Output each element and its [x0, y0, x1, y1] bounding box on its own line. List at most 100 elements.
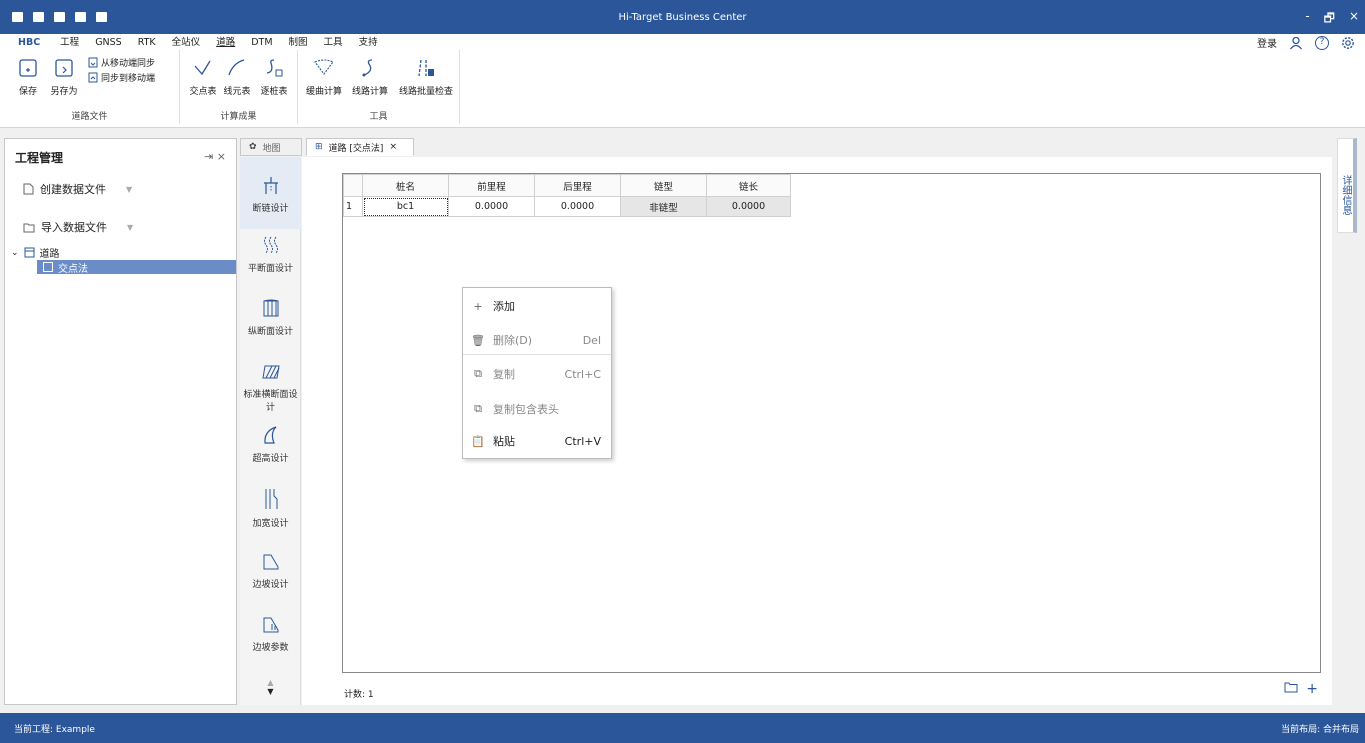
minimize-button[interactable]: - — [1305, 9, 1309, 30]
tab-hbc[interactable]: HBC — [14, 36, 52, 49]
chevron-down-icon[interactable]: ▼ — [127, 223, 133, 232]
station-table-button[interactable]: 逐桩表 — [258, 58, 290, 97]
scroll-arrows[interactable]: ▲ ▼ — [240, 678, 301, 696]
close-tab-icon[interactable]: × — [389, 142, 397, 152]
tab-road-intersection[interactable]: ⊞ 道路 [交点法] × — [306, 138, 414, 156]
table-row[interactable]: 1 bc1 0.0000 0.0000 非链型 0.0000 — [343, 196, 791, 217]
curve-table-icon — [266, 59, 283, 77]
panel-title: 工程管理 — [15, 151, 64, 165]
sync-from-mobile-button[interactable]: 从移动端同步 — [88, 56, 155, 69]
polyline-icon — [194, 60, 211, 76]
group-label-results: 计算成果 — [220, 112, 257, 122]
tab-drawing[interactable]: 制图 — [281, 36, 316, 49]
column-header[interactable]: 桩名 — [362, 174, 449, 197]
import-data-file-button[interactable]: 导入数据文件 ▼ — [23, 219, 133, 235]
context-menu: + 添加 🗑 删除(D) Del ⧉ 复制 Ctrl+C ⧉ 复制包含表头 📋 … — [462, 287, 612, 459]
group-road-file: 保存 另存为 从移动端同步 同步到移动端 道路文件 — [0, 50, 180, 124]
slope-params-button[interactable]: 边坡参数 — [240, 616, 301, 653]
vertical-design-button[interactable]: 纵断面设计 — [240, 298, 301, 337]
save-button[interactable]: 保存 — [12, 58, 44, 97]
menu-item-delete[interactable]: 🗑 删除(D) Del — [463, 328, 611, 352]
road-folder-icon — [24, 247, 35, 258]
tab-gnss[interactable]: GNSS — [87, 36, 130, 49]
superelevation-design-button[interactable]: 超高设计 — [240, 425, 301, 464]
menu-item-copy[interactable]: ⧉ 复制 Ctrl+C — [463, 362, 611, 386]
table-icon — [43, 262, 53, 272]
tab-tools[interactable]: 工具 — [316, 36, 351, 49]
table-cell[interactable]: 0.0000 — [534, 196, 621, 217]
arc-icon — [228, 59, 245, 76]
main-area: 桩名 前里程 后里程 链型 链长 1 bc1 0.0000 0.0000 非链型… — [302, 157, 1332, 705]
status-bar: 当前工程: Example 当前布局: 合并布局 — [0, 713, 1365, 743]
current-layout: 当前布局: 合并布局 — [1281, 725, 1359, 735]
folder-icon[interactable] — [1284, 681, 1298, 693]
menu-item-add[interactable]: + 添加 — [463, 294, 611, 318]
user-icon[interactable] — [1289, 36, 1303, 50]
cross-section-design-button[interactable]: 标准横断面设计 — [240, 363, 301, 413]
column-header[interactable]: 链长 — [706, 174, 791, 197]
save-as-icon — [55, 59, 73, 77]
details-side-tab[interactable]: 详细信息 — [1337, 138, 1357, 233]
column-header[interactable]: 链型 — [620, 174, 707, 197]
hatched-icon — [261, 365, 280, 379]
folder-icon — [23, 223, 35, 232]
expand-chevron-icon[interactable]: ⌄ — [11, 248, 19, 258]
copy-icon: ⧉ — [474, 402, 482, 415]
tab-map[interactable]: ✿ 地图 — [240, 138, 302, 156]
menu-item-paste[interactable]: 📋 粘贴 Ctrl+V — [463, 429, 611, 453]
row-number: 1 — [343, 196, 363, 217]
table-cell[interactable]: 0.0000 — [448, 196, 535, 217]
pin-icon[interactable]: ⇥ — [204, 150, 213, 163]
restore-button[interactable]: 🗗 — [1324, 9, 1335, 30]
sync-download-icon — [88, 57, 98, 68]
login-link[interactable]: 登录 — [1257, 35, 1277, 50]
tab-dtm[interactable]: DTM — [243, 36, 280, 49]
scroll-down-icon[interactable]: ▼ — [240, 687, 301, 696]
gear-icon[interactable] — [1341, 36, 1355, 50]
road-check-icon — [418, 59, 434, 77]
wave-lines-icon — [263, 236, 278, 254]
route-icon — [362, 59, 373, 77]
intersection-table-button[interactable]: 交点表 — [188, 58, 218, 97]
table-cell[interactable]: 0.0000 — [706, 196, 791, 217]
column-header[interactable]: 前里程 — [448, 174, 535, 197]
slope-icon — [263, 554, 278, 570]
close-icon[interactable]: × — [217, 150, 226, 163]
widening-design-button[interactable]: 加宽设计 — [240, 488, 301, 529]
tab-road[interactable]: 道路 — [208, 36, 243, 49]
element-table-button[interactable]: 线元表 — [222, 58, 252, 97]
sync-to-mobile-button[interactable]: 同步到移动端 — [88, 71, 155, 84]
trash-icon: 🗑 — [471, 333, 485, 347]
save-as-button[interactable]: 另存为 — [44, 58, 84, 97]
scroll-up-icon[interactable]: ▲ — [240, 678, 301, 687]
widening-icon — [265, 489, 277, 509]
table-cell[interactable]: bc1 — [362, 196, 449, 217]
table-cell[interactable]: 非链型 — [620, 196, 707, 217]
batch-check-button[interactable]: 线路批量检查 — [396, 58, 456, 97]
menu-item-copy-with-header[interactable]: ⧉ 复制包含表头 — [463, 397, 611, 421]
chevron-down-icon[interactable]: ▼ — [126, 185, 132, 194]
line-calc-button[interactable]: 线路计算 — [348, 58, 392, 97]
slope-params-icon — [263, 617, 278, 633]
horizontal-design-button[interactable]: 平断面设计 — [240, 235, 301, 274]
tree-node-road[interactable]: ⌄ 道路 — [11, 245, 60, 260]
tab-support[interactable]: 支持 — [351, 36, 386, 49]
tree-node-intersection-method[interactable]: 交点法 — [37, 260, 236, 275]
add-icon[interactable]: + — [1306, 681, 1318, 697]
create-data-file-button[interactable]: 创建数据文件 ▼ — [23, 181, 132, 197]
slope-design-button[interactable]: 边坡设计 — [240, 553, 301, 590]
tab-rtk[interactable]: RTK — [130, 36, 164, 49]
curve-calc-button[interactable]: 缓曲计算 — [304, 58, 344, 97]
help-icon[interactable]: ? — [1315, 35, 1329, 50]
plus-icon: + — [473, 299, 483, 313]
chain-break-design-button[interactable]: 断链设计 — [240, 157, 301, 229]
column-header[interactable]: 后里程 — [534, 174, 621, 197]
tab-project[interactable]: 工程 — [52, 36, 87, 49]
menu-separator — [463, 354, 611, 355]
group-label-road-file: 道路文件 — [71, 112, 108, 122]
tab-total-station[interactable]: 全站仪 — [164, 36, 209, 49]
group-results: 交点表 线元表 逐桩表 计算成果 — [180, 50, 298, 124]
ribbon: 保存 另存为 从移动端同步 同步到移动端 道路文件 交点表 线元表 逐桩表 计算… — [0, 50, 1365, 128]
title-bar: Hi-Target Business Center - 🗗 × — [0, 0, 1365, 34]
close-button[interactable]: × — [1349, 9, 1359, 30]
